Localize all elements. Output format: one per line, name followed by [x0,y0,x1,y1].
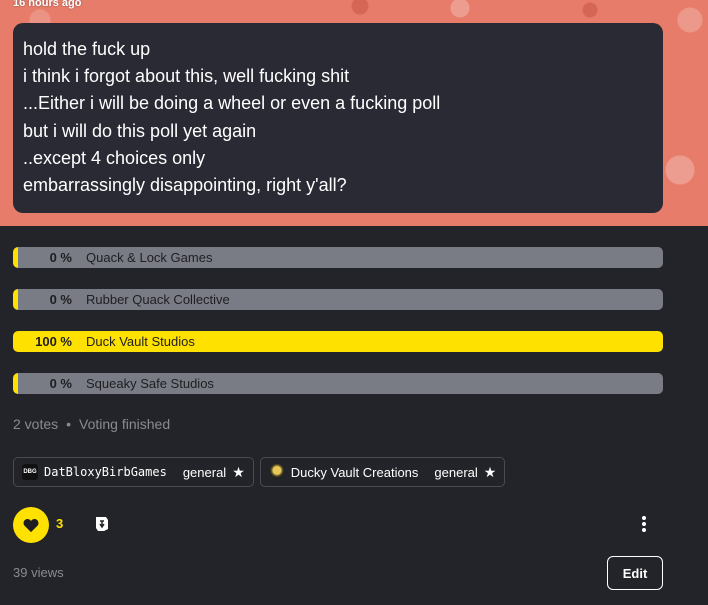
community-tag[interactable]: Ducky Vault Creations general ★ [259,457,506,487]
post-text-box: hold the fuck up i think i forgot about … [13,23,663,213]
poll-option[interactable]: 0 % Rubber Quack Collective [13,289,663,310]
view-count: 39 views [13,565,64,580]
post-timestamp: 16 hours ago [13,0,82,9]
community-category: general [434,464,478,480]
post-text-line: but i will do this poll yet again [23,120,257,141]
poll-option-percent: 0 % [49,376,72,391]
post-text-line: ...Either i will be doing a wheel or eve… [23,93,441,114]
separator-dot: • [66,416,72,432]
poll-option[interactable]: 0 % Quack & Lock Games [13,247,663,268]
poll-option-label: Duck Vault Studios [86,334,195,349]
post-text-line: hold the fuck up [23,39,151,59]
poll-option[interactable]: 0 % Squeaky Safe Studios [13,373,663,394]
poll-option-label: Rubber Quack Collective [86,292,230,307]
poll-option-percent: 0 % [49,250,72,265]
post-text-line: embarrassingly disappointing, right y'al… [23,175,347,196]
vote-count: 2 votes [13,416,59,432]
heart-icon [23,518,39,532]
edit-button[interactable]: Edit [607,556,663,590]
poll-option[interactable]: 100 % Duck Vault Studios [13,331,663,352]
community-logo: DBG [22,464,38,480]
community-logo [268,464,285,480]
poll-option-label: Squeaky Safe Studios [86,376,214,391]
poll-meta: 2 votes • Voting finished [13,416,170,432]
poll: 0 % Quack & Lock Games 0 % Rubber Quack … [13,247,663,415]
star-icon: ★ [483,463,497,480]
post-text-line: i think i forgot about this, well fuckin… [23,66,350,87]
like-button[interactable] [13,507,49,543]
star-icon: ★ [232,463,245,480]
more-vertical-icon[interactable] [636,515,652,533]
poll-option-label: Quack & Lock Games [86,250,213,265]
poll-status: Voting finished [79,416,171,432]
post-text-line: ..except 4 choices only [23,147,206,168]
community-name: Ducky Vault Creations [290,464,419,480]
poll-option-percent: 100 % [35,334,72,349]
share-icon[interactable] [94,516,110,532]
community-name: DatBloxyBirbGames [44,465,167,479]
like-count: 3 [56,516,64,531]
community-tags: DBG DatBloxyBirbGames general ★ Ducky Va… [13,457,506,487]
community-category: general [182,464,227,480]
community-tag[interactable]: DBG DatBloxyBirbGames general ★ [13,457,254,487]
poll-option-percent: 0 % [49,292,72,307]
